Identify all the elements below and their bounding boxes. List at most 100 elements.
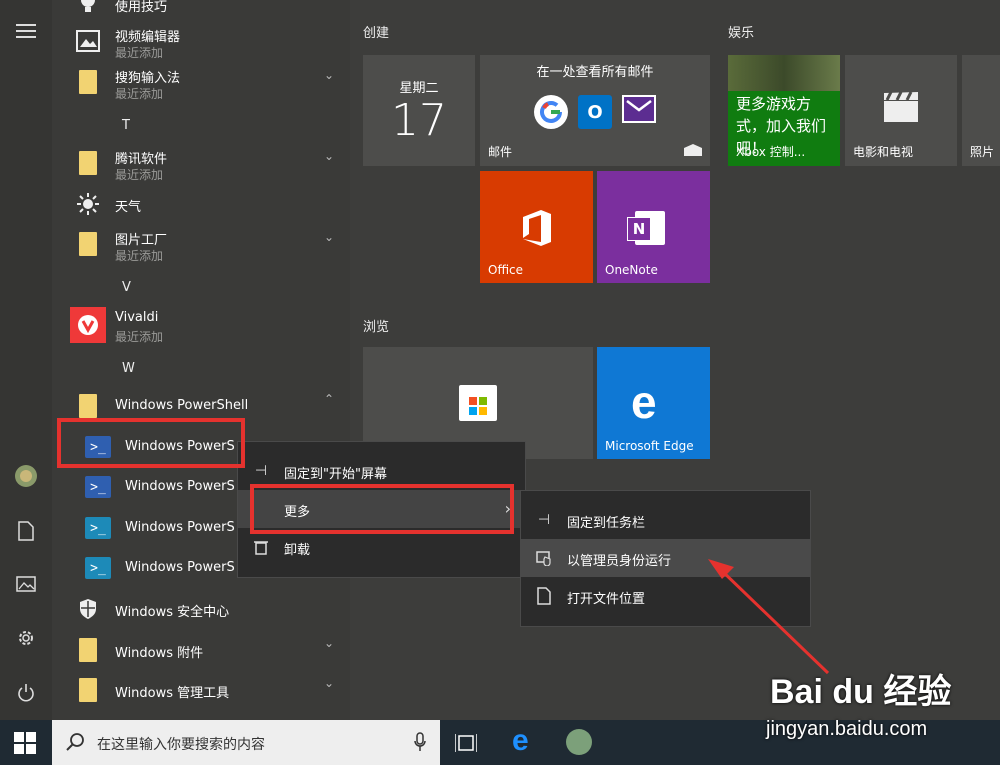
app-name: Windows 管理工具	[115, 686, 230, 701]
folder-icon	[70, 672, 106, 708]
video-editor-icon	[70, 23, 106, 59]
group-title-browse[interactable]: 浏览	[363, 316, 389, 335]
onenote-tile[interactable]: N OneNote	[597, 171, 710, 283]
app-name: Windows PowerS	[125, 520, 235, 535]
task-view-icon[interactable]	[454, 732, 478, 758]
app-name: 图片工厂	[115, 233, 168, 248]
app-name: Windows PowerS	[125, 479, 235, 494]
app-name: 视频编辑器	[115, 30, 181, 45]
menu-item-label: 固定到任务栏	[567, 516, 646, 531]
shield-icon	[70, 591, 106, 627]
user-avatar-icon[interactable]	[14, 464, 38, 488]
store-bag-icon	[459, 385, 497, 421]
submenu-item-pin-taskbar[interactable]: ⊣ 固定到任务栏	[521, 501, 810, 539]
folder-icon	[70, 226, 106, 262]
app-name: 使用技巧	[115, 0, 168, 15]
documents-icon[interactable]	[14, 519, 38, 543]
app-name: Windows PowerShell	[115, 398, 249, 413]
movies-tv-label: 电影和电视	[853, 145, 914, 159]
xbox-hero-image	[728, 55, 840, 91]
app-item-video-editor[interactable]: 视频编辑器 最近添加	[68, 21, 348, 61]
group-title-create[interactable]: 创建	[363, 22, 389, 41]
pin-icon: ⊣	[537, 512, 551, 528]
mail-tile[interactable]: 在一处查看所有邮件 O 邮件	[480, 55, 710, 166]
windows-start-icon[interactable]	[14, 732, 36, 758]
powershell-ise-icon: >_	[80, 510, 116, 546]
power-icon[interactable]	[14, 681, 38, 705]
microphone-icon[interactable]	[414, 732, 426, 756]
calendar-day: 星期二	[399, 81, 439, 96]
calendar-tile[interactable]: 星期二 17	[363, 55, 475, 166]
menu-item-label: 卸载	[284, 543, 311, 558]
menu-item-label: 以管理员身份运行	[567, 554, 672, 569]
app-item-weather[interactable]: 天气	[68, 184, 348, 224]
hamburger-menu-icon[interactable]	[14, 19, 38, 43]
app-name: Windows 附件	[115, 646, 204, 661]
app-item-vivaldi[interactable]: Vivaldi 最近添加	[68, 305, 348, 345]
chevron-up-icon[interactable]: ⌃	[324, 392, 334, 406]
google-icon	[534, 95, 568, 129]
movies-tv-tile[interactable]: 电影和电视	[845, 55, 957, 166]
vivaldi-icon	[70, 307, 106, 343]
pictures-icon[interactable]	[14, 572, 38, 596]
chevron-down-icon[interactable]: ⌄	[324, 230, 334, 244]
app-item-windows-accessories[interactable]: Windows 附件 ⌄	[68, 630, 348, 670]
xbox-label: Xbox 控制...	[736, 145, 806, 159]
app-subtitle: 最近添加	[115, 249, 164, 263]
section-letter-w[interactable]: W	[122, 361, 135, 376]
group-title-entertainment[interactable]: 娱乐	[728, 22, 754, 41]
onenote-label: OneNote	[605, 263, 658, 277]
app-item-sogou[interactable]: 搜狗输入法 最近添加 ⌄	[68, 62, 348, 102]
app-item-picture-factory[interactable]: 图片工厂 最近添加 ⌄	[68, 224, 348, 264]
app-item-tencent[interactable]: 腾讯软件 最近添加 ⌄	[68, 143, 348, 183]
section-letter-t[interactable]: T	[122, 118, 130, 133]
menu-item-label: 打开文件位置	[567, 592, 646, 607]
pin-icon: ⊣	[254, 463, 268, 479]
file-icon	[535, 587, 553, 605]
edge-taskbar-icon[interactable]: e	[512, 724, 529, 758]
folder-icon	[70, 64, 106, 100]
trash-icon	[252, 538, 270, 556]
admin-shield-icon	[535, 549, 553, 567]
edge-logo-icon: e	[631, 376, 657, 428]
onenote-logo-icon: N	[627, 211, 665, 245]
baidu-watermark-logo: Bai du 经验	[770, 673, 952, 711]
app-subtitle: 最近添加	[115, 330, 164, 344]
app-item-windows-admin-tools[interactable]: Windows 管理工具 ⌄	[68, 670, 348, 710]
powershell-ise-icon: >_	[80, 550, 116, 586]
photos-tile[interactable]: 照片	[962, 55, 1000, 166]
app-subtitle: 最近添加	[115, 168, 164, 182]
app-subtitle: 最近添加	[115, 46, 164, 60]
office-label: Office	[488, 263, 524, 277]
clapperboard-icon	[883, 91, 919, 127]
section-letter-v[interactable]: V	[122, 280, 131, 295]
folder-icon	[70, 632, 106, 668]
powershell-icon: >_	[80, 469, 116, 505]
office-tile[interactable]: Office	[480, 171, 593, 283]
highlight-box-powershell	[57, 418, 245, 468]
office-logo-icon	[521, 209, 553, 251]
app-name: Windows 安全中心	[115, 605, 230, 620]
mail-label: 邮件	[488, 145, 513, 159]
photos-label: 照片	[970, 145, 995, 159]
chevron-down-icon[interactable]: ⌄	[324, 68, 334, 82]
app-taskbar-icon[interactable]	[566, 729, 592, 755]
chevron-down-icon[interactable]: ⌄	[324, 636, 334, 650]
chevron-down-icon[interactable]: ⌄	[324, 149, 334, 163]
search-placeholder: 在这里输入你要搜索的内容	[97, 737, 265, 753]
app-list: 使用技巧 视频编辑器 最近添加 搜狗输入法 最近添加 ⌄ T 腾讯软件 最近添加…	[52, 0, 350, 720]
chevron-down-icon[interactable]: ⌄	[324, 676, 334, 690]
xbox-tile[interactable]: 更多游戏方式，加入我们吧！ Xbox 控制...	[728, 55, 840, 166]
settings-gear-icon[interactable]	[14, 626, 38, 650]
app-name: 天气	[115, 200, 142, 215]
app-item-windows-security[interactable]: Windows 安全中心	[68, 589, 348, 629]
menu-item-label: 固定到"开始"屏幕	[284, 467, 387, 482]
app-item-tips[interactable]: 使用技巧	[68, 0, 348, 22]
app-name: 腾讯软件	[115, 152, 168, 167]
yahoo-mail-icon	[622, 95, 656, 123]
app-name: Vivaldi	[115, 310, 159, 325]
folder-icon	[70, 145, 106, 181]
app-name: 搜狗输入法	[115, 71, 181, 86]
taskbar-search-box[interactable]: 在这里输入你要搜索的内容	[52, 720, 440, 765]
edge-tile[interactable]: e Microsoft Edge	[597, 347, 710, 459]
